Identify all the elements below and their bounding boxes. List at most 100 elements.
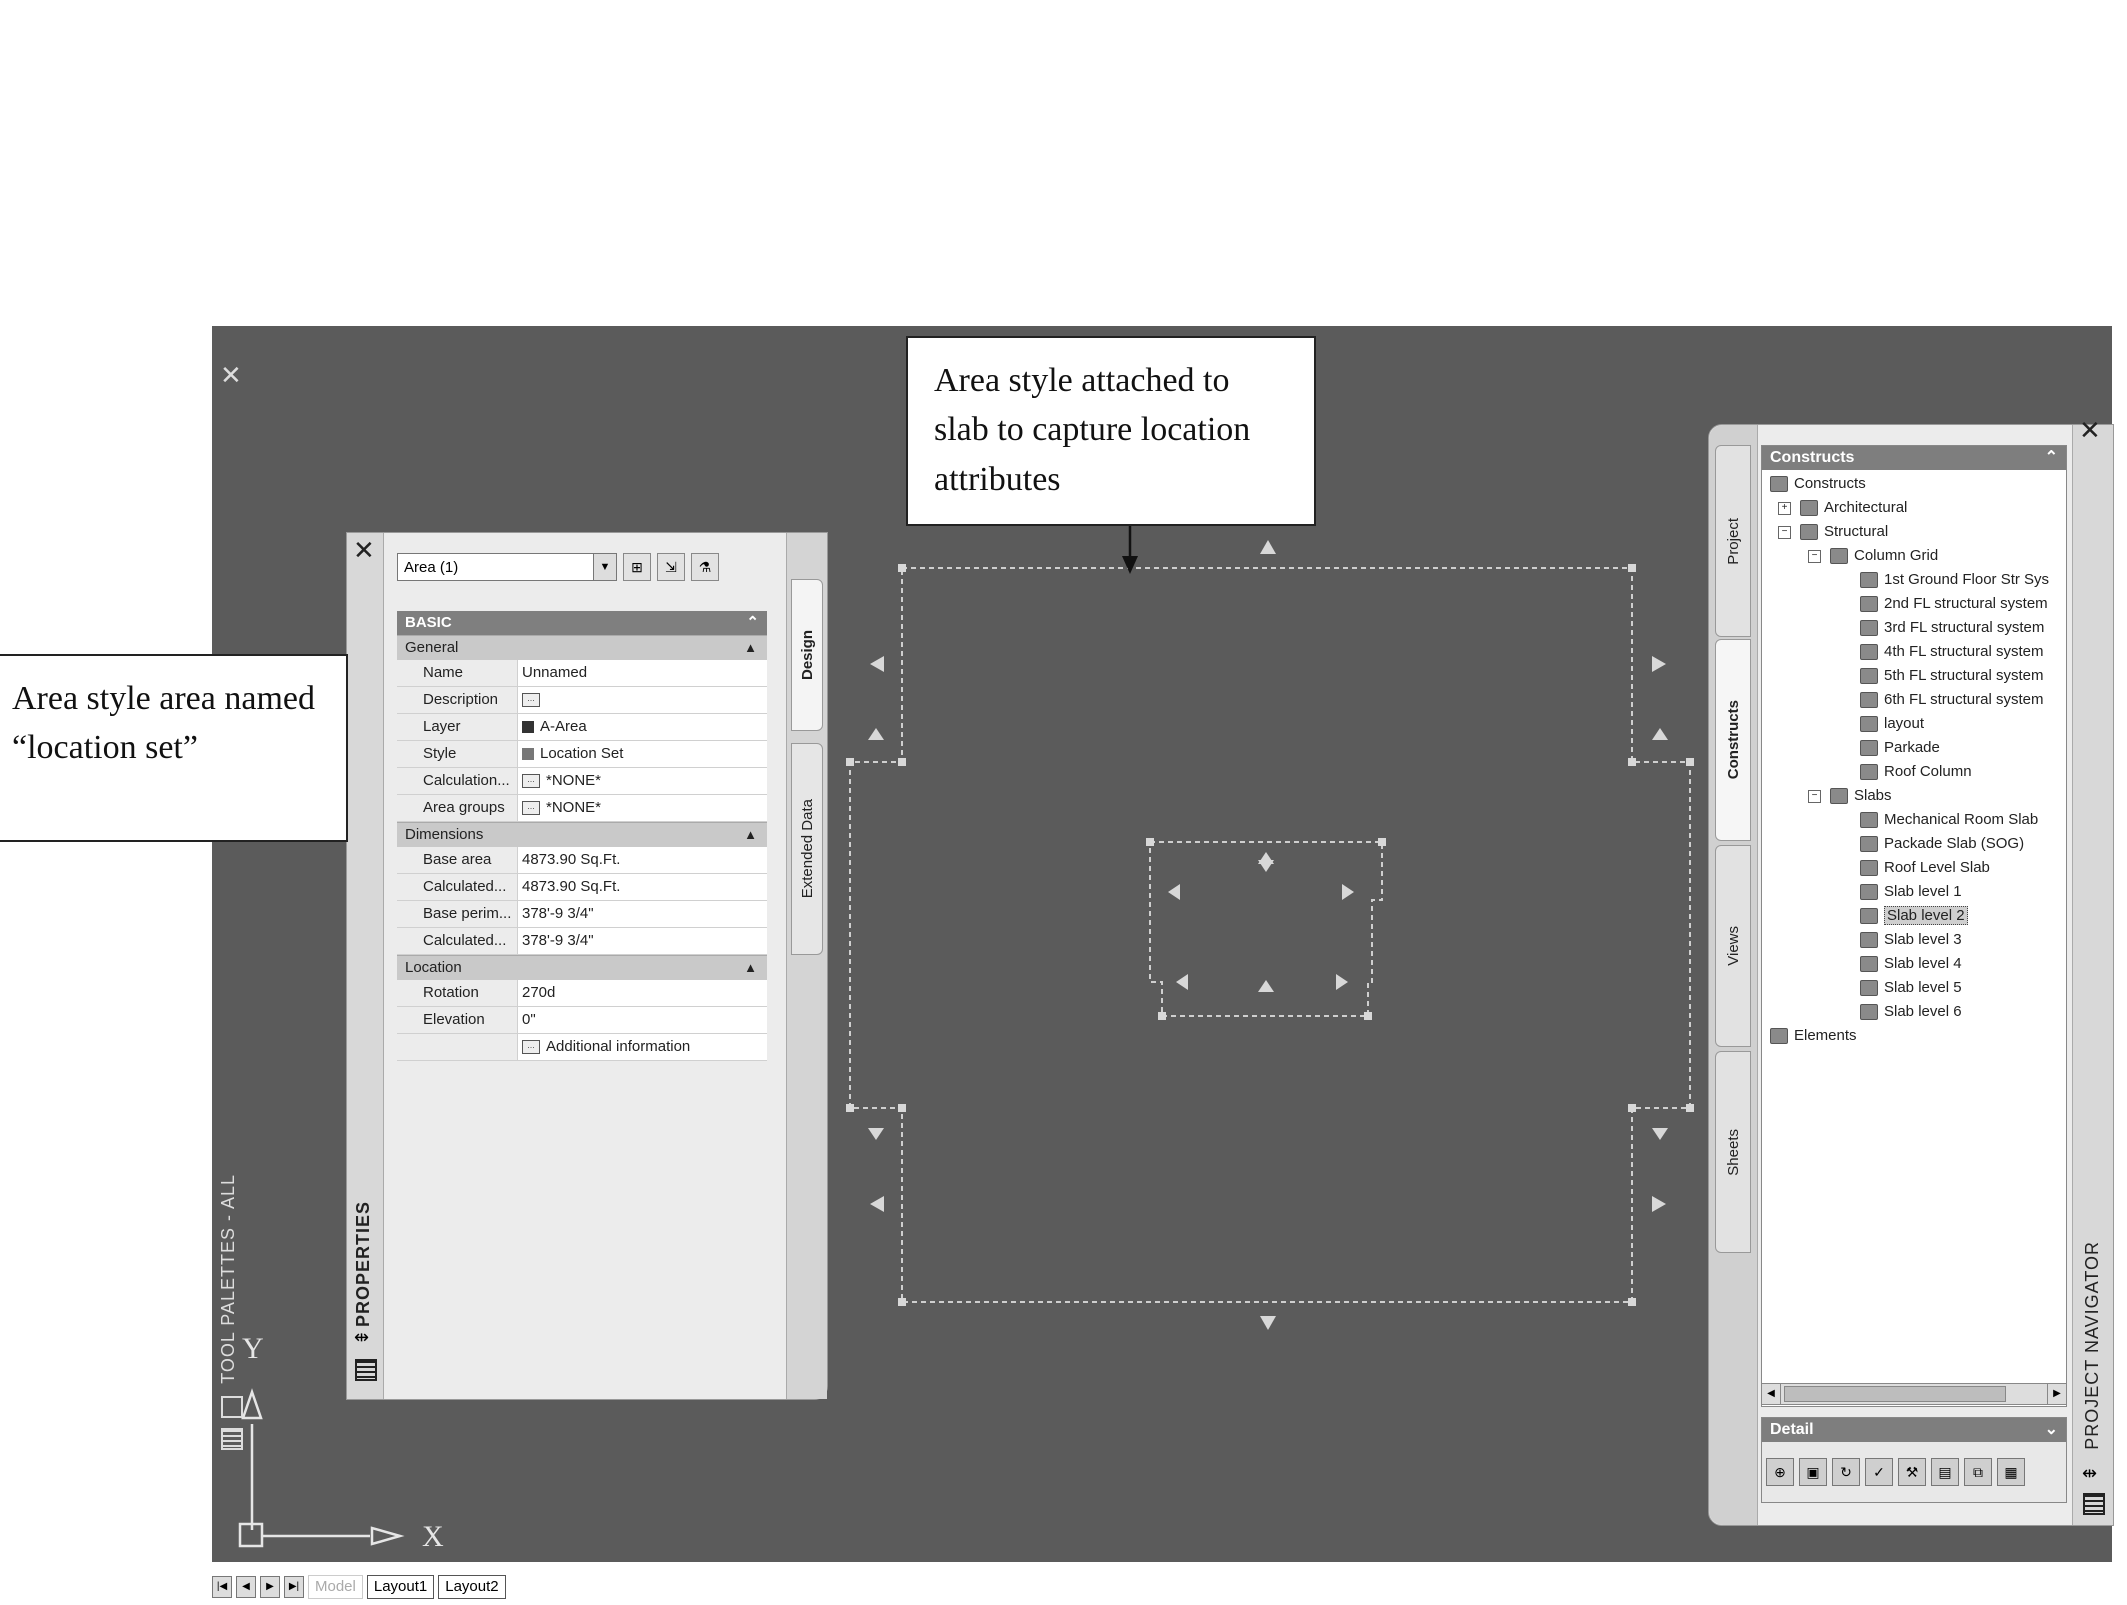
refresh-icon[interactable]: ↻ [1832, 1458, 1860, 1486]
basic-section-header[interactable]: BASIC ⌃ [397, 611, 767, 635]
pickadd-icon[interactable]: ⇲ [657, 553, 685, 581]
tab-layout2[interactable]: Layout2 [438, 1575, 506, 1599]
collapse-icon[interactable]: ▲ [744, 823, 757, 847]
dimensions-category[interactable]: Dimensions ▲ [397, 822, 767, 847]
add-element-icon[interactable]: ▣ [1799, 1458, 1827, 1486]
additional-info-row[interactable]: … Additional information [397, 1034, 767, 1061]
property-row[interactable]: Calculated... 378'-9 3/4" [397, 928, 767, 955]
tree-item[interactable]: Roof Column [1762, 760, 2066, 784]
tree-item[interactable]: Slab level 1 [1762, 880, 2066, 904]
collapse-icon[interactable]: − [1808, 790, 1821, 803]
tree-item[interactable]: 4th FL structural system [1762, 640, 2066, 664]
tree-item[interactable]: 2nd FL structural system [1762, 592, 2066, 616]
tab-extended-data[interactable]: Extended Data [791, 743, 823, 955]
expand-icon[interactable]: + [1778, 502, 1791, 515]
palette-menu-icon[interactable] [2083, 1493, 2105, 1515]
tree-item[interactable]: Parkade [1762, 736, 2066, 760]
property-value[interactable]: 270d [517, 980, 767, 1006]
tree-item[interactable]: 3rd FL structural system [1762, 616, 2066, 640]
tree-item[interactable]: − Column Grid [1762, 544, 2066, 568]
description-edit-icon[interactable]: … [522, 693, 540, 708]
additional-info-button[interactable]: … Additional information [517, 1034, 767, 1060]
property-value[interactable]: Unnamed [517, 660, 767, 686]
collapse-icon[interactable]: ▲ [744, 636, 757, 660]
collapse-icon[interactable]: ⌃ [746, 611, 759, 635]
last-tab-icon[interactable]: ▶| [284, 1576, 304, 1598]
tree-item[interactable]: − Structural [1762, 520, 2066, 544]
tree-item[interactable]: Slab level 6 [1762, 1000, 2066, 1024]
tab-layout1[interactable]: Layout1 [366, 1575, 435, 1599]
navigator-close-icon[interactable]: ✕ [2079, 415, 2101, 446]
tree-item[interactable]: 5th FL structural system [1762, 664, 2066, 688]
xref-icon[interactable]: ⧉ [1964, 1458, 1992, 1486]
collapse-icon[interactable]: − [1778, 526, 1791, 539]
collapse-icon[interactable]: − [1808, 550, 1821, 563]
tree-item[interactable]: Slab level 5 [1762, 976, 2066, 1000]
property-value[interactable]: A-Area [517, 714, 767, 740]
autohide-icon[interactable]: ⇹ [2082, 1463, 2097, 1484]
first-tab-icon[interactable]: |◀ [212, 1576, 232, 1598]
tree-item[interactable]: Roof Level Slab [1762, 856, 2066, 880]
tab-constructs[interactable]: Constructs [1715, 639, 1751, 841]
collapse-icon[interactable]: ⌃ [2045, 446, 2058, 470]
property-row[interactable]: Calculated... 4873.90 Sq.Ft. [397, 874, 767, 901]
chevron-down-icon[interactable]: ▼ [593, 554, 616, 580]
tree-item[interactable]: Elements [1762, 1024, 2066, 1048]
scroll-left-icon[interactable]: ◀ [1762, 1384, 1781, 1404]
tab-views[interactable]: Views [1715, 845, 1751, 1047]
tab-design[interactable]: Design [791, 579, 823, 731]
tree-item[interactable]: Packade Slab (SOG) [1762, 832, 2066, 856]
properties-close-icon[interactable]: ✕ [353, 535, 375, 566]
tree-item[interactable]: Slab level 3 [1762, 928, 2066, 952]
property-value[interactable]: … *NONE* [517, 768, 767, 794]
tree-item[interactable]: Slab level 2 [1762, 904, 2066, 928]
property-row[interactable]: Description … [397, 687, 767, 714]
property-row[interactable]: Name Unnamed [397, 660, 767, 687]
property-value[interactable]: … *NONE* [517, 795, 767, 821]
select-objects-icon[interactable]: ⊞ [623, 553, 651, 581]
collapse-icon[interactable]: ⌄ [2045, 1418, 2058, 1442]
tab-sheets[interactable]: Sheets [1715, 1051, 1751, 1253]
tree-item[interactable]: Slab level 4 [1762, 952, 2066, 976]
property-row[interactable]: Calculation... … *NONE* [397, 768, 767, 795]
worksheet-icon[interactable]: … [522, 774, 540, 789]
tab-model[interactable]: Model [308, 1575, 363, 1599]
tree-item[interactable]: layout [1762, 712, 2066, 736]
next-tab-icon[interactable]: ▶ [260, 1576, 280, 1598]
palette-menu-icon[interactable] [355, 1359, 377, 1381]
check-icon[interactable]: ✓ [1865, 1458, 1893, 1486]
tree-item[interactable]: 1st Ground Floor Str Sys [1762, 568, 2066, 592]
property-row[interactable]: Base area 4873.90 Sq.Ft. [397, 847, 767, 874]
autohide-icon[interactable]: ⇹ [354, 1327, 369, 1348]
property-row[interactable]: Elevation 0" [397, 1007, 767, 1034]
tab-project[interactable]: Project [1715, 445, 1751, 637]
tree-item[interactable]: Constructs [1762, 472, 2066, 496]
property-value[interactable]: Location Set [517, 741, 767, 767]
quick-select-icon[interactable]: ⚗ [691, 553, 719, 581]
close-project-icon[interactable]: ▦ [1997, 1458, 2025, 1486]
tree-item[interactable]: + Architectural [1762, 496, 2066, 520]
tree-horizontal-scrollbar[interactable]: ◀ ▶ [1761, 1383, 2067, 1405]
property-row[interactable]: Area groups … *NONE* [397, 795, 767, 822]
property-row[interactable]: Rotation 270d [397, 980, 767, 1007]
detail-header[interactable]: Detail ⌄ [1762, 1418, 2066, 1442]
tree-item[interactable]: 6th FL structural system [1762, 688, 2066, 712]
selection-dropdown[interactable]: Area (1) ▼ [397, 553, 617, 581]
repath-icon[interactable]: ⚒ [1898, 1458, 1926, 1486]
property-value[interactable]: 0" [517, 1007, 767, 1033]
collapse-icon[interactable]: ▲ [744, 956, 757, 980]
location-category[interactable]: Location ▲ [397, 955, 767, 980]
open-icon[interactable]: ▤ [1931, 1458, 1959, 1486]
property-row[interactable]: Base perim... 378'-9 3/4" [397, 901, 767, 928]
property-row[interactable]: Style Location Set [397, 741, 767, 768]
constructs-tree[interactable]: Constructs ⌃ Constructs + Architectural − St… [1761, 445, 2067, 1407]
worksheet-icon[interactable]: … [522, 801, 540, 816]
scroll-thumb[interactable] [1784, 1386, 2006, 1402]
general-category[interactable]: General ▲ [397, 635, 767, 660]
tree-item[interactable]: Mechanical Room Slab [1762, 808, 2066, 832]
scroll-right-icon[interactable]: ▶ [2047, 1384, 2066, 1404]
tree-item[interactable]: − Slabs [1762, 784, 2066, 808]
constructs-header[interactable]: Constructs ⌃ [1762, 446, 2066, 470]
property-value[interactable]: … [517, 687, 767, 713]
property-row[interactable]: Layer A-Area [397, 714, 767, 741]
